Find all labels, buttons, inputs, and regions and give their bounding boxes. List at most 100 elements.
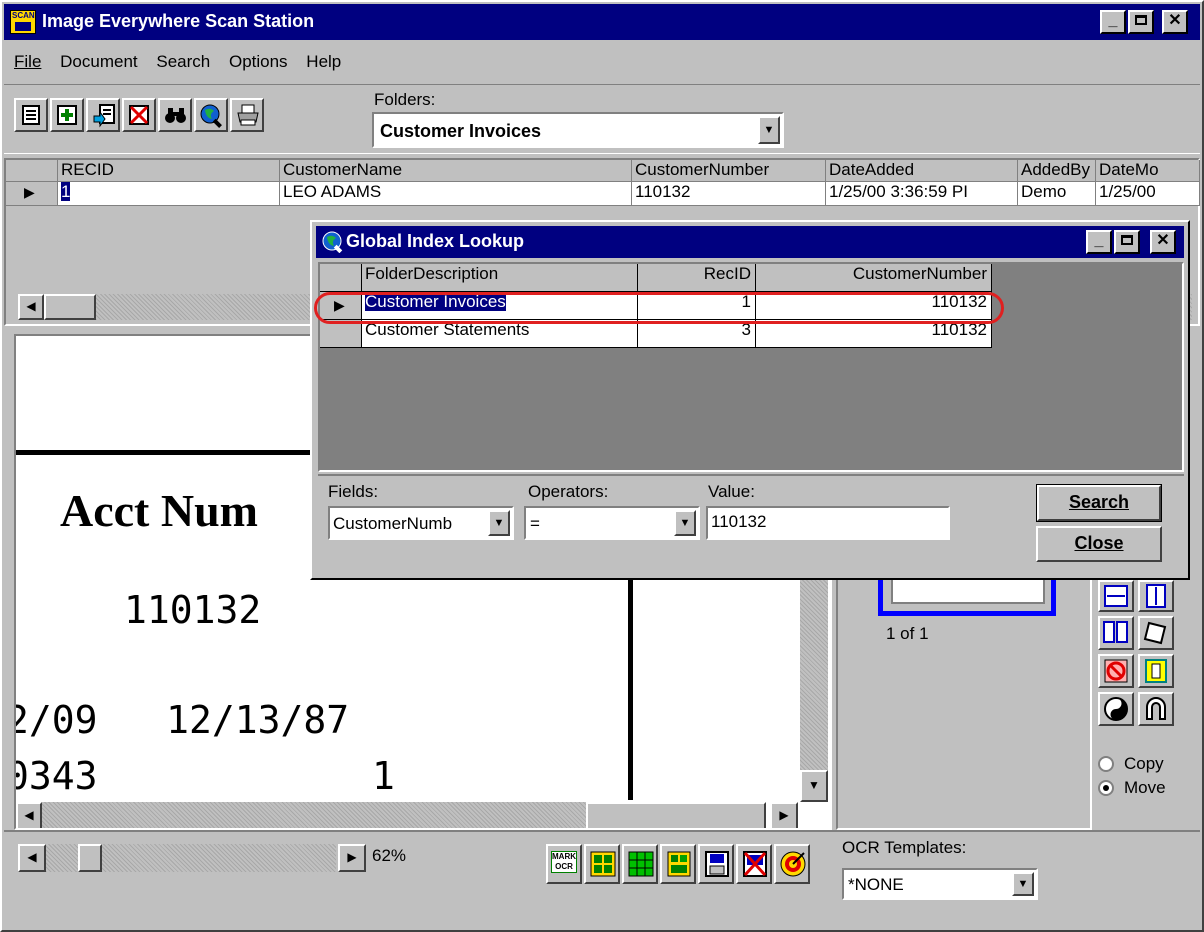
despeckle-icon[interactable] (1098, 654, 1134, 688)
scroll-left-button[interactable]: ◀ (18, 294, 44, 320)
ocr-page-icon[interactable] (660, 844, 696, 884)
col-customernumber-lookup[interactable]: CustomerNumber (756, 264, 992, 292)
menu-help[interactable]: Help (306, 52, 341, 71)
chevron-down-icon[interactable]: ▼ (758, 116, 780, 144)
close-button[interactable]: Close (1036, 526, 1162, 562)
new-document-icon[interactable] (14, 98, 48, 132)
doc-heading: Acct Num (60, 485, 258, 536)
menu-document[interactable]: Document (60, 52, 137, 71)
fit-height-icon[interactable] (1138, 580, 1174, 612)
search-button-face: Search (1037, 485, 1161, 521)
doc-scroll-down-button[interactable]: ▼ (800, 770, 828, 802)
ocr-templates-dropdown[interactable]: *NONE ▼ (842, 868, 1038, 900)
fields-dropdown[interactable]: CustomerNumb ▼ (328, 506, 514, 540)
ocr-disk-icon[interactable] (698, 844, 734, 884)
title-bar: SCAN Image Everywhere Scan Station _ ✕ (4, 4, 1200, 40)
dialog-title-bar: Global Index Lookup _ ✕ (316, 226, 1184, 258)
zoom-left-button[interactable]: ◀ (18, 844, 46, 872)
cell-datemodified[interactable]: 1/25/00 (1096, 182, 1200, 206)
fit-width-icon[interactable] (1098, 580, 1134, 612)
scan-batch-icon[interactable] (86, 98, 120, 132)
lookup-row-2-customernumber[interactable]: 110132 (756, 320, 992, 348)
window-title: Image Everywhere Scan Station (42, 11, 315, 31)
doc-scroll-left-button[interactable]: ◀ (16, 802, 42, 828)
zoom-slider-thumb[interactable] (78, 844, 102, 872)
delete-icon[interactable] (122, 98, 156, 132)
col-addedby[interactable]: AddedBy (1018, 160, 1096, 182)
doc-hscroll-thumb[interactable] (586, 802, 766, 828)
zoom-right-button[interactable]: ▶ (338, 844, 366, 872)
close-window-button[interactable]: ✕ (1162, 10, 1188, 34)
dialog-close-icon-button[interactable]: ✕ (1150, 230, 1176, 254)
operators-dropdown[interactable]: = ▼ (524, 506, 700, 540)
cell-recid-value: 1 (61, 182, 71, 201)
two-page-icon[interactable] (1098, 616, 1134, 650)
col-folderdescription[interactable]: FolderDescription (362, 264, 638, 292)
dialog-maximize-button[interactable] (1114, 230, 1140, 254)
move-option[interactable]: Move (1098, 778, 1198, 800)
lookup-row-2-folder[interactable]: Customer Statements (362, 320, 638, 348)
doc-acct-number: 110132 (124, 588, 262, 632)
value-input[interactable]: 110132 (706, 506, 950, 540)
fields-dropdown-value: CustomerNumb (333, 514, 453, 533)
operators-label: Operators: (528, 482, 609, 501)
maximize-button[interactable] (1128, 10, 1154, 34)
col-datemodified[interactable]: DateMo (1096, 160, 1200, 182)
col-customernumber[interactable]: CustomerNumber (632, 160, 826, 182)
mark-ocr-icon[interactable]: MARK OCR (546, 844, 582, 884)
menu-file[interactable]: File (14, 52, 41, 71)
fields-chevron-down-icon[interactable]: ▼ (488, 510, 510, 536)
search-panel: Fields: CustomerNumb ▼ Operators: = ▼ Va… (318, 474, 1184, 574)
zoom-level: 62% (372, 846, 407, 865)
ocr-chevron-down-icon[interactable]: ▼ (1012, 872, 1034, 896)
copy-radio[interactable] (1098, 756, 1114, 772)
scroll-thumb[interactable] (44, 294, 96, 320)
col-recid[interactable]: RECID (58, 160, 280, 182)
lookup-row-2-indicator[interactable] (320, 320, 362, 348)
binoculars-icon[interactable] (158, 98, 192, 132)
bottom-bar: ◀ ▶ 62% MARK OCR OCR Templates: *NONE ▼ (4, 830, 1200, 928)
move-radio[interactable] (1098, 780, 1114, 796)
col-customername[interactable]: CustomerName (280, 160, 632, 182)
crop-icon[interactable] (1138, 654, 1174, 688)
fields-label: Fields: (328, 482, 379, 501)
ocr-templates-value: *NONE (848, 875, 904, 894)
magnet-icon[interactable] (1138, 692, 1174, 726)
row-pointer-icon: ▶ (24, 184, 35, 200)
cell-addedby[interactable]: Demo (1018, 182, 1096, 206)
doc-right-rule (628, 580, 633, 800)
cell-recid[interactable]: 1 (58, 182, 280, 206)
operators-chevron-down-icon[interactable]: ▼ (674, 510, 696, 536)
grid-corner (6, 160, 58, 182)
search-button[interactable]: Search (1036, 484, 1162, 522)
col-recid-lookup[interactable]: RecID (638, 264, 756, 292)
ocr-zone-icon[interactable] (584, 844, 620, 884)
dialog-minimize-button[interactable]: _ (1086, 230, 1112, 254)
doc-scroll-right-button[interactable]: ▶ (770, 802, 798, 828)
lookup-row-2-recid[interactable]: 3 (638, 320, 756, 348)
cell-customername[interactable]: LEO ADAMS (280, 182, 632, 206)
app-icon-text: SCAN (12, 11, 35, 20)
col-dateadded[interactable]: DateAdded (826, 160, 1018, 182)
globe-search-icon[interactable] (194, 98, 228, 132)
maximize-icon (1121, 235, 1133, 245)
target-icon[interactable] (774, 844, 810, 884)
menu-search[interactable]: Search (156, 52, 210, 71)
menu-options[interactable]: Options (229, 52, 288, 71)
add-icon[interactable] (50, 98, 84, 132)
cell-dateadded[interactable]: 1/25/00 3:36:59 PI (826, 182, 1018, 206)
printer-icon[interactable] (230, 98, 264, 132)
rotate-icon[interactable] (1138, 616, 1174, 650)
doc-hscroll-track[interactable] (42, 802, 586, 828)
folders-dropdown-value: Customer Invoices (380, 121, 542, 141)
doc-hscrollbar[interactable]: ◀ ▶ (16, 802, 800, 828)
folders-dropdown[interactable]: Customer Invoices ▼ (372, 112, 784, 148)
contrast-icon[interactable] (1098, 692, 1134, 726)
ocr-toolbar: MARK OCR (546, 844, 836, 886)
row-indicator[interactable]: ▶ (6, 182, 58, 206)
copy-option[interactable]: Copy (1098, 754, 1198, 776)
cell-customernumber[interactable]: 110132 (632, 182, 826, 206)
ocr-cancel-icon[interactable] (736, 844, 772, 884)
minimize-button[interactable]: _ (1100, 10, 1126, 34)
ocr-zone-green-icon[interactable] (622, 844, 658, 884)
